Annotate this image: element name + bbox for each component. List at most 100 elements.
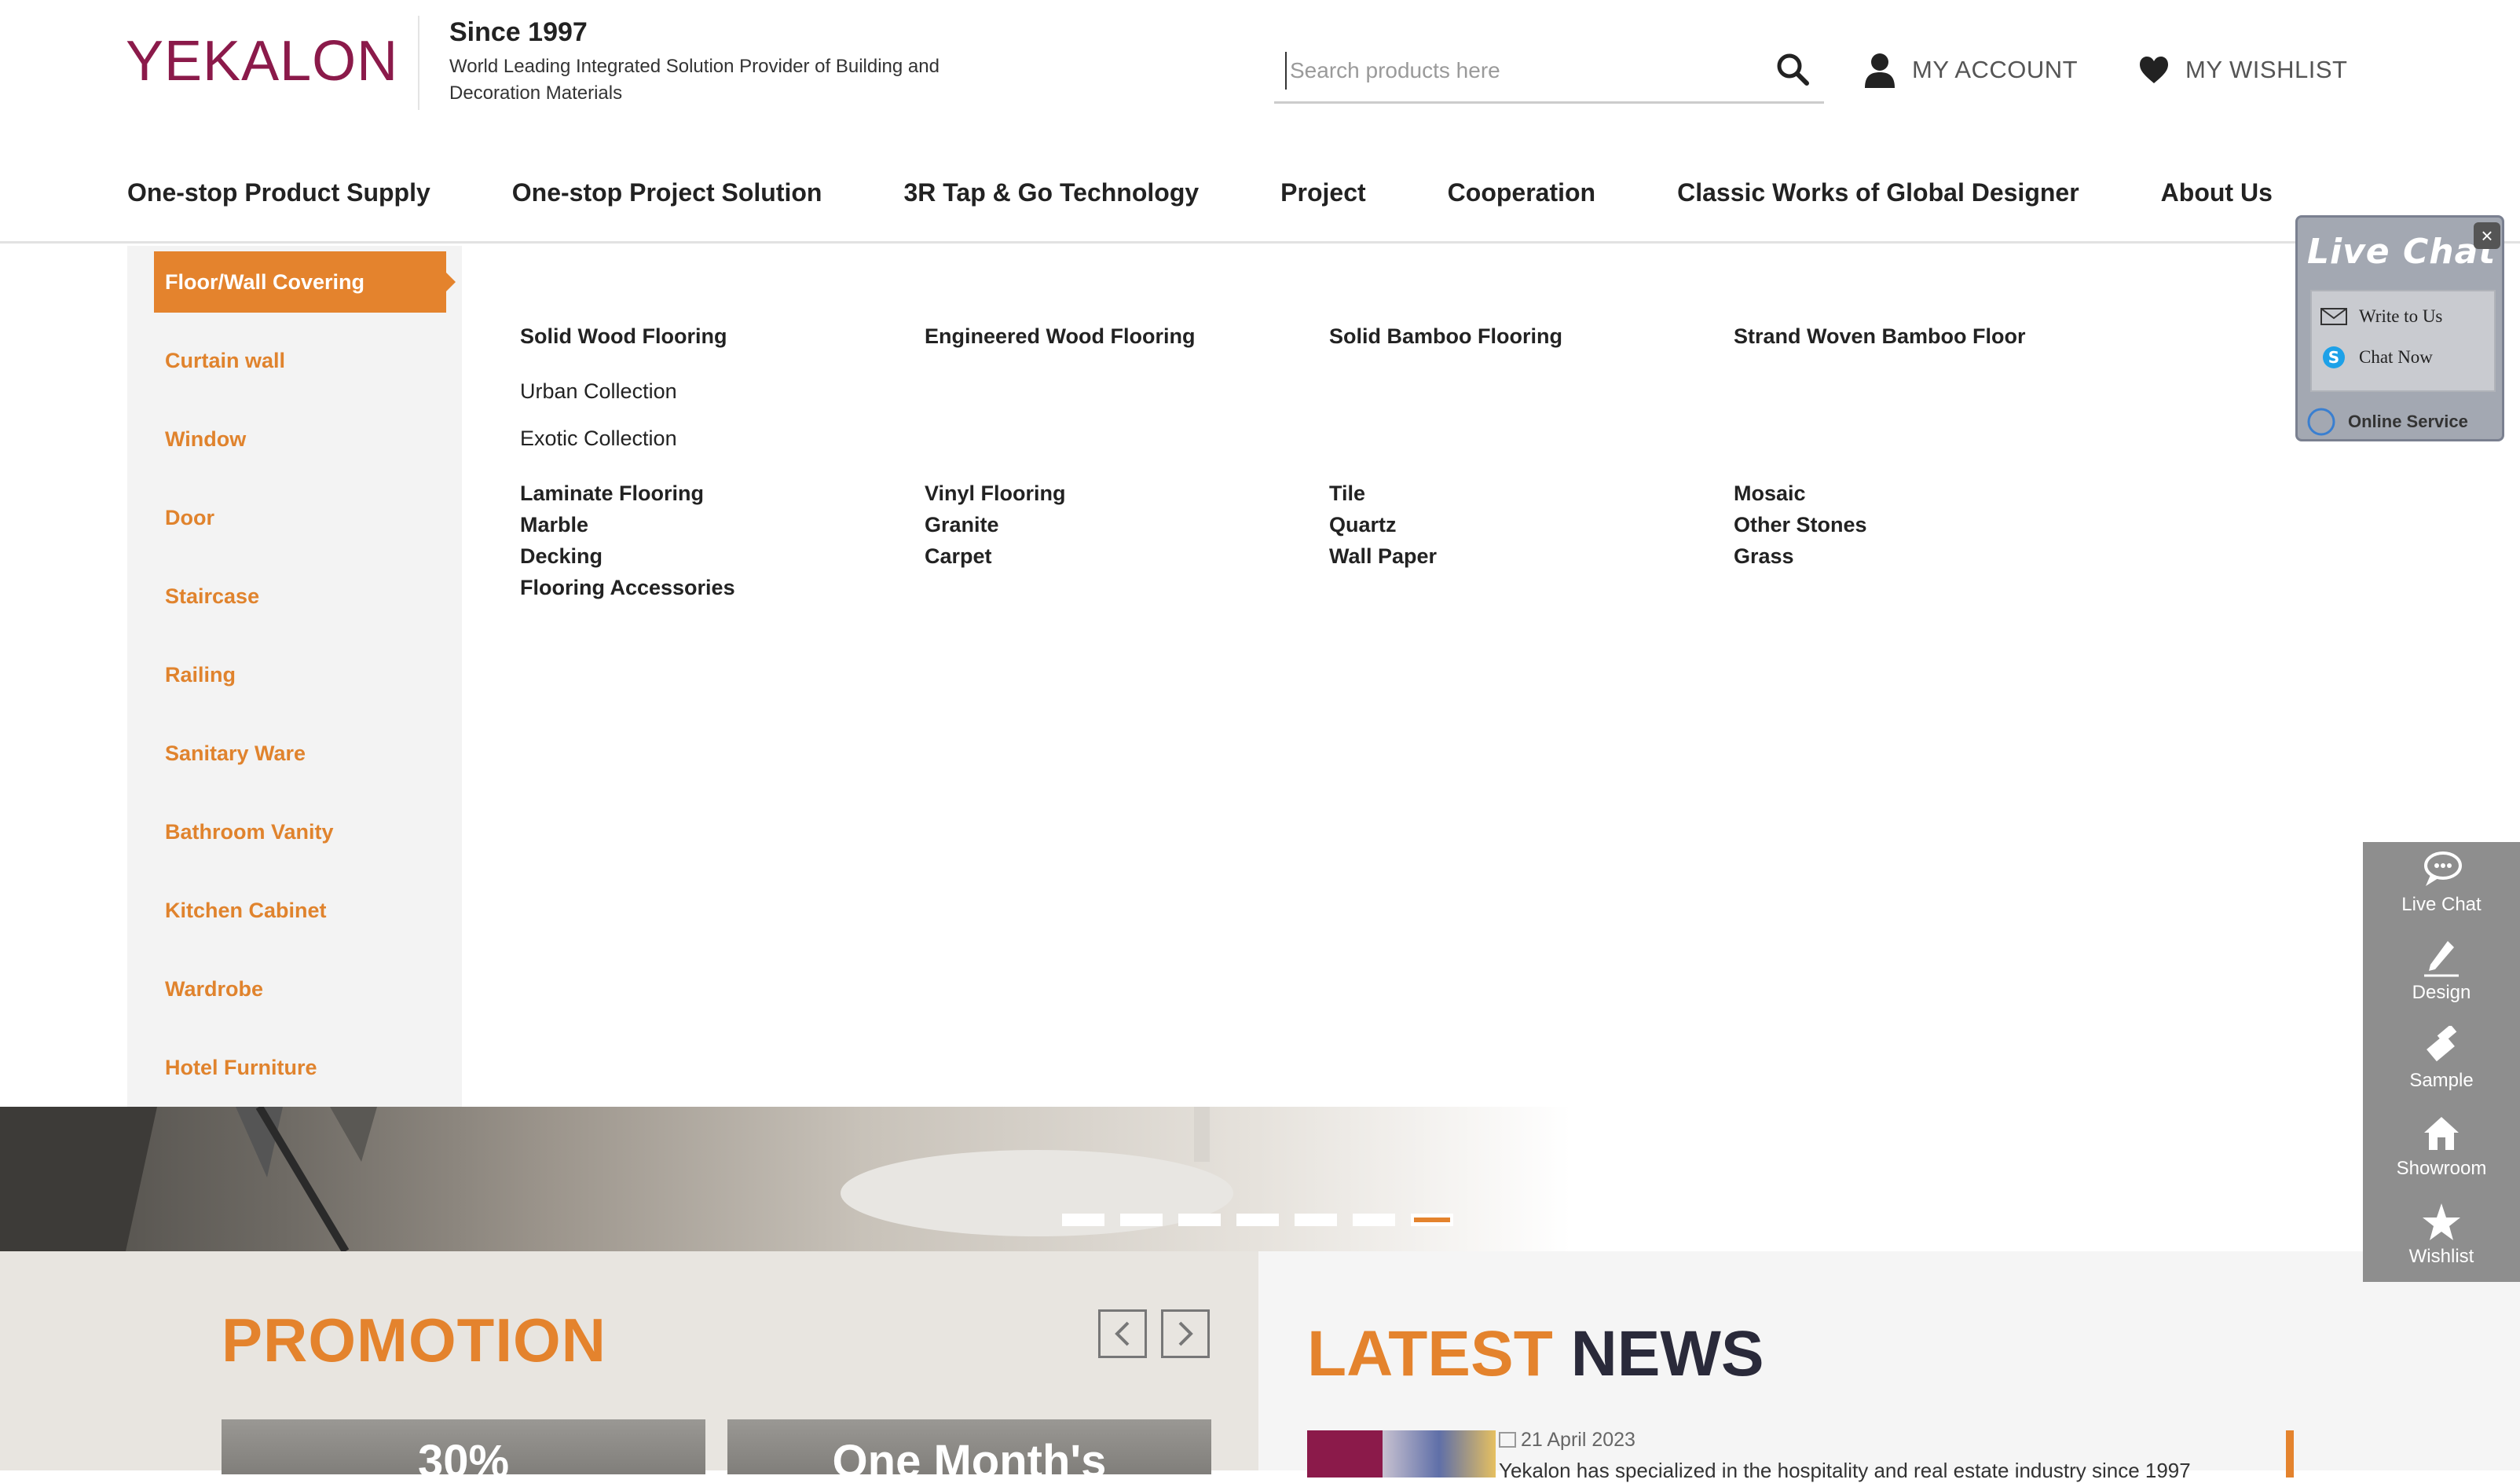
promo-card[interactable]: 30%	[222, 1419, 705, 1474]
floating-sidebar: Live Chat Design Sample Showroom Wishlis…	[2363, 842, 2520, 1282]
nav-about-us[interactable]: About Us	[2161, 173, 2273, 212]
category-staircase[interactable]: Staircase	[154, 566, 446, 627]
slider-dots	[1062, 1214, 1469, 1226]
category-window[interactable]: Window	[154, 408, 446, 470]
category-bathroom-vanity[interactable]: Bathroom Vanity	[154, 801, 446, 862]
category-wardrobe[interactable]: Wardrobe	[154, 958, 446, 1020]
pen-icon	[2424, 941, 2459, 977]
sub-flooring-accessories[interactable]: Flooring Accessories	[520, 576, 735, 600]
live-chat-title: Live Chat	[2307, 232, 2496, 272]
chevron-left-icon	[1115, 1321, 1130, 1346]
hero-slider-image	[0, 1107, 1571, 1251]
sidebar-label: Design	[2412, 982, 2471, 1003]
hero-scene	[0, 1107, 1233, 1251]
search-icon[interactable]	[1774, 50, 1813, 90]
sub-wall-paper[interactable]: Wall Paper	[1329, 544, 1437, 569]
slider-dot-active[interactable]	[1411, 1214, 1453, 1226]
nav-one-stop-project-solution[interactable]: One-stop Project Solution	[512, 173, 822, 212]
category-kitchen-cabinet[interactable]: Kitchen Cabinet	[154, 880, 446, 941]
write-to-us-link[interactable]: Write to Us	[2320, 301, 2442, 332]
sub-decking[interactable]: Decking	[520, 544, 603, 569]
my-account-label: MY ACCOUNT	[1912, 56, 2079, 83]
nav-one-stop-product-supply[interactable]: One-stop Product Supply	[127, 173, 430, 212]
latest-news-section: LATEST NEWS 21 April 2023 Yekalon has sp…	[1258, 1251, 2520, 1482]
search-input[interactable]	[1285, 52, 1756, 90]
sub-tile[interactable]: Tile	[1329, 482, 1365, 506]
sub-solid-bamboo-flooring[interactable]: Solid Bamboo Flooring	[1329, 324, 1562, 349]
sidebar-sample[interactable]: Sample	[2363, 1018, 2520, 1106]
promo-next-button[interactable]	[1161, 1309, 1210, 1358]
sub-grass[interactable]: Grass	[1734, 544, 1794, 569]
calendar-icon	[1499, 1432, 1516, 1448]
sub-exotic-collection[interactable]: Exotic Collection	[520, 427, 677, 451]
slider-dot[interactable]	[1120, 1214, 1163, 1226]
logo-divider	[418, 16, 419, 110]
sidebar-wishlist[interactable]: Wishlist	[2363, 1194, 2520, 1282]
slider-dot[interactable]	[1062, 1214, 1104, 1226]
online-service-link[interactable]: Online Service	[2306, 406, 2468, 438]
promo-card-text: 30%	[417, 1436, 510, 1474]
sidebar-label: Live Chat	[2401, 894, 2482, 915]
category-curtain-wall[interactable]: Curtain wall	[154, 330, 446, 391]
sub-quartz[interactable]: Quartz	[1329, 513, 1397, 537]
nav-project[interactable]: Project	[1280, 173, 1365, 212]
sidebar-label: Wishlist	[2408, 1246, 2474, 1267]
category-sanitary-ware[interactable]: Sanitary Ware	[154, 723, 446, 784]
heart-icon	[2140, 57, 2168, 83]
promo-prev-button[interactable]	[1098, 1309, 1147, 1358]
slider-dot[interactable]	[1178, 1214, 1221, 1226]
my-wishlist-label: MY WISHLIST	[2185, 56, 2348, 83]
sub-vinyl-flooring[interactable]: Vinyl Flooring	[925, 482, 1066, 506]
tagline: World Leading Integrated Solution Provid…	[449, 56, 940, 104]
nav-cooperation[interactable]: Cooperation	[1448, 173, 1595, 212]
main-nav: One-stop Product Supply One-stop Project…	[127, 173, 2273, 212]
sub-marble[interactable]: Marble	[520, 513, 588, 537]
sub-mosaic[interactable]: Mosaic	[1734, 482, 1806, 506]
sidebar-showroom[interactable]: Showroom	[2363, 1106, 2520, 1194]
promotion-section: PROMOTION 30% One Month's	[0, 1251, 1258, 1474]
write-to-us-label: Write to Us	[2359, 306, 2443, 326]
sidebar-design[interactable]: Design	[2363, 930, 2520, 1018]
my-wishlist-link[interactable]: MY WISHLIST	[2138, 49, 2347, 91]
news-accent-bar	[2286, 1430, 2294, 1478]
nav-3r-tap-go-technology[interactable]: 3R Tap & Go Technology	[903, 173, 1199, 212]
news-thumbnail[interactable]	[1307, 1430, 1496, 1478]
my-account-link[interactable]: MY ACCOUNT	[1863, 49, 2078, 91]
sub-strand-woven-bamboo-floor[interactable]: Strand Woven Bamboo Floor	[1734, 324, 2026, 349]
sub-granite[interactable]: Granite	[925, 513, 999, 537]
skype-icon: S	[2323, 346, 2345, 368]
category-railing[interactable]: Railing	[154, 644, 446, 705]
category-door[interactable]: Door	[154, 487, 446, 548]
close-icon[interactable]: ×	[2474, 222, 2500, 249]
category-floor-wall-covering[interactable]: Floor/Wall Covering	[154, 251, 456, 313]
user-icon	[1865, 53, 1895, 88]
online-service-icon	[2307, 408, 2335, 436]
category-hotel-furniture[interactable]: Hotel Furniture	[154, 1037, 446, 1098]
news-title-latest: LATEST	[1307, 1318, 1553, 1390]
live-chat-widget[interactable]: Live Chat × Write to Us S Chat Now Onlin…	[2295, 215, 2504, 441]
sidebar-label: Sample	[2409, 1070, 2474, 1091]
sidebar-live-chat[interactable]: Live Chat	[2363, 842, 2520, 930]
category-list: Floor/Wall Covering Curtain wall Window …	[127, 246, 462, 1107]
slider-dot[interactable]	[1236, 1214, 1279, 1226]
chat-now-link[interactable]: S Chat Now	[2320, 342, 2433, 373]
sample-icon	[2427, 1026, 2457, 1062]
sub-urban-collection[interactable]: Urban Collection	[520, 379, 677, 404]
slider-dot[interactable]	[1295, 1214, 1337, 1226]
since-label: Since 1997	[449, 17, 588, 47]
logo[interactable]: YEKALON	[126, 30, 398, 93]
online-service-label: Online Service	[2348, 412, 2468, 431]
sub-other-stones[interactable]: Other Stones	[1734, 513, 1867, 537]
mega-menu: Floor/Wall Covering Curtain wall Window …	[0, 246, 2520, 1107]
live-chat-options: Write to Us S Chat Now	[2310, 290, 2496, 392]
star-icon	[2423, 1203, 2460, 1240]
sub-solid-wood-flooring[interactable]: Solid Wood Flooring	[520, 324, 727, 349]
sub-carpet[interactable]: Carpet	[925, 544, 992, 569]
home-icon	[2424, 1117, 2459, 1150]
slider-dot[interactable]	[1353, 1214, 1395, 1226]
sub-laminate-flooring[interactable]: Laminate Flooring	[520, 482, 704, 506]
news-snippet[interactable]: Yekalon has specialized in the hospitali…	[1499, 1459, 2191, 1483]
promo-card[interactable]: One Month's	[727, 1419, 1211, 1474]
nav-classic-works[interactable]: Classic Works of Global Designer	[1677, 173, 2079, 212]
sub-engineered-wood-flooring[interactable]: Engineered Wood Flooring	[925, 324, 1196, 349]
